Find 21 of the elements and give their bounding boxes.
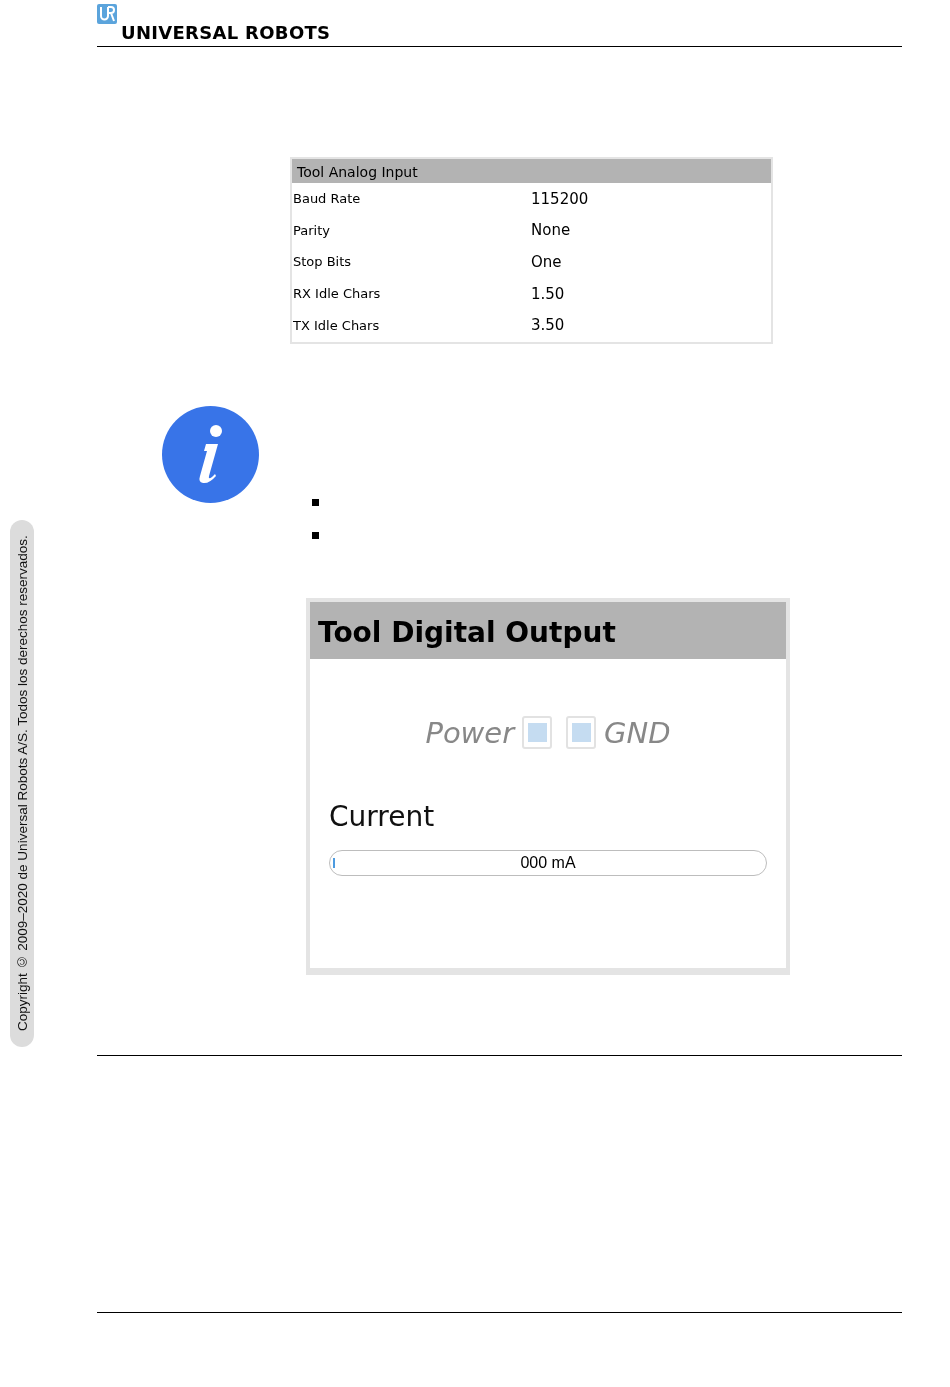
logo-icon — [97, 4, 117, 24]
setting-label: Baud Rate — [292, 191, 362, 207]
setting-value: 115200 — [531, 189, 589, 208]
setting-value: 1.50 — [531, 284, 565, 303]
checkbox-label: GND — [604, 715, 671, 750]
setting-value: None — [531, 221, 571, 240]
bullet-icon — [312, 531, 319, 539]
bullet-icon — [312, 498, 319, 506]
brand-name: UNIVERSAL ROBOTS — [121, 22, 331, 43]
info-icon — [162, 405, 259, 503]
setting-label: TX Idle Chars — [292, 317, 381, 333]
setting-value: One — [531, 253, 562, 271]
checkbox-label: Power — [425, 715, 515, 750]
setting-value: 3.50 — [531, 316, 565, 335]
setting-label: RX Idle Chars — [292, 286, 382, 302]
panel-title: Tool Analog Input — [292, 159, 771, 183]
setting-label: Parity — [292, 222, 331, 238]
current-label: Current — [329, 799, 436, 833]
current-reading: 000 mA — [520, 853, 576, 872]
panel-title: Tool Digital Output — [310, 601, 786, 659]
setting-label: Stop Bits — [292, 254, 353, 270]
